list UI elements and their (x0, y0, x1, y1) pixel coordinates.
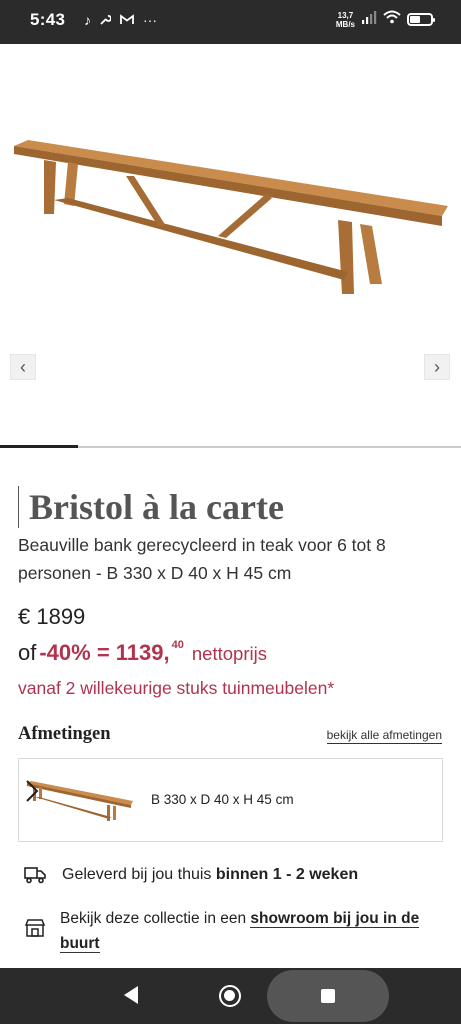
discount-prefix: of (18, 640, 37, 665)
home-icon[interactable] (219, 985, 241, 1007)
discount-line: of -40% = 1139, 40 nettoprijs (18, 639, 267, 666)
product-gallery[interactable]: ‹ › (0, 44, 461, 446)
store-icon (24, 919, 46, 937)
notification-icons: ♪ ··· (84, 12, 157, 28)
recents-button[interactable] (267, 970, 389, 1022)
all-dimensions-link[interactable]: bekijk alle afmetingen (326, 728, 442, 744)
dimensions-thumbnail (27, 781, 133, 821)
discount-price: -40% = 1139, (39, 640, 170, 665)
status-bar: 5:43 ♪ ··· 13,7 MB/s (0, 0, 461, 44)
dimensions-value: B 330 x D 40 x H 45 cm (151, 792, 294, 807)
battery-icon (407, 13, 435, 26)
gmail-icon (120, 12, 134, 28)
battery-level (410, 16, 420, 23)
android-nav-bar (0, 968, 461, 1024)
gallery-next-button[interactable]: › (424, 354, 450, 380)
chevron-right-icon: › (434, 356, 440, 377)
signal-icon (361, 10, 377, 29)
recents-icon (321, 989, 335, 1003)
discount-cents: 40 (171, 639, 184, 651)
dimensions-card[interactable]: B 330 x D 40 x H 45 cm (18, 758, 443, 842)
wrench-icon (100, 12, 112, 28)
product-subtitle: Beauville bank gerecycleerd in teak voor… (18, 535, 386, 583)
system-status: 13,7 MB/s (335, 10, 435, 29)
dimensions-title: Afmetingen (18, 724, 111, 744)
chevron-right-icon (26, 780, 39, 802)
back-icon[interactable] (122, 985, 140, 1005)
chevron-left-icon: ‹ (20, 356, 26, 377)
more-dots-icon: ··· (143, 12, 157, 28)
delivery-time: binnen 1 - 2 weken (215, 866, 359, 883)
showroom-prefix: Bekijk deze collectie in een (60, 910, 251, 927)
delivery-text: Geleverd bij jou thuis (62, 866, 216, 883)
product-price: € 1899 (18, 604, 86, 629)
gallery-progress-track (0, 445, 461, 448)
product-image-bench (14, 140, 448, 294)
delivery-info: Geleverd bij jou thuis binnen 1 - 2 weke… (24, 866, 358, 884)
truck-icon (24, 867, 46, 884)
gallery-progress-fill (0, 445, 79, 448)
network-speed: 13,7 MB/s (335, 10, 355, 29)
discount-net-label: nettoprijs (191, 643, 267, 664)
status-time: 5:43 (30, 10, 66, 29)
music-note-icon: ♪ (84, 12, 91, 28)
product-brand-title: Bristol à la carte (18, 486, 284, 528)
promo-text: vanaf 2 willekeurige stuks tuinmeubelen* (18, 678, 335, 698)
wifi-icon (383, 10, 401, 29)
gallery-prev-button[interactable]: ‹ (10, 354, 36, 380)
